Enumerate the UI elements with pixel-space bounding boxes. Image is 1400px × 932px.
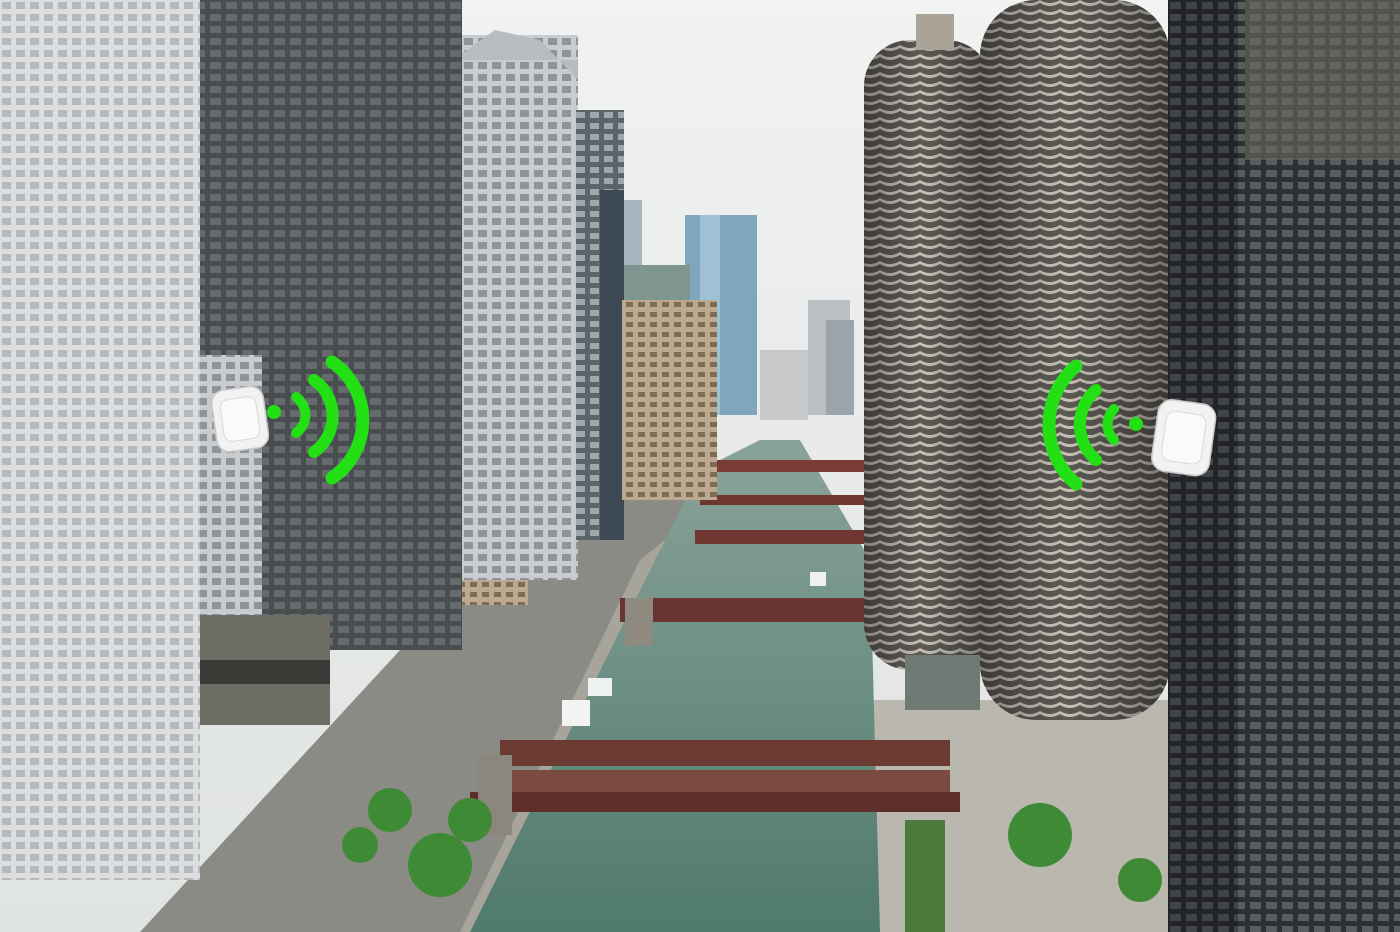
city-scene bbox=[0, 0, 1400, 932]
building-center-left bbox=[460, 35, 578, 580]
marina-towers bbox=[864, 0, 1170, 720]
wireless-access-point-icon bbox=[210, 385, 270, 453]
building-beige-mid bbox=[622, 300, 717, 500]
wireless-access-point-icon bbox=[1151, 399, 1217, 477]
